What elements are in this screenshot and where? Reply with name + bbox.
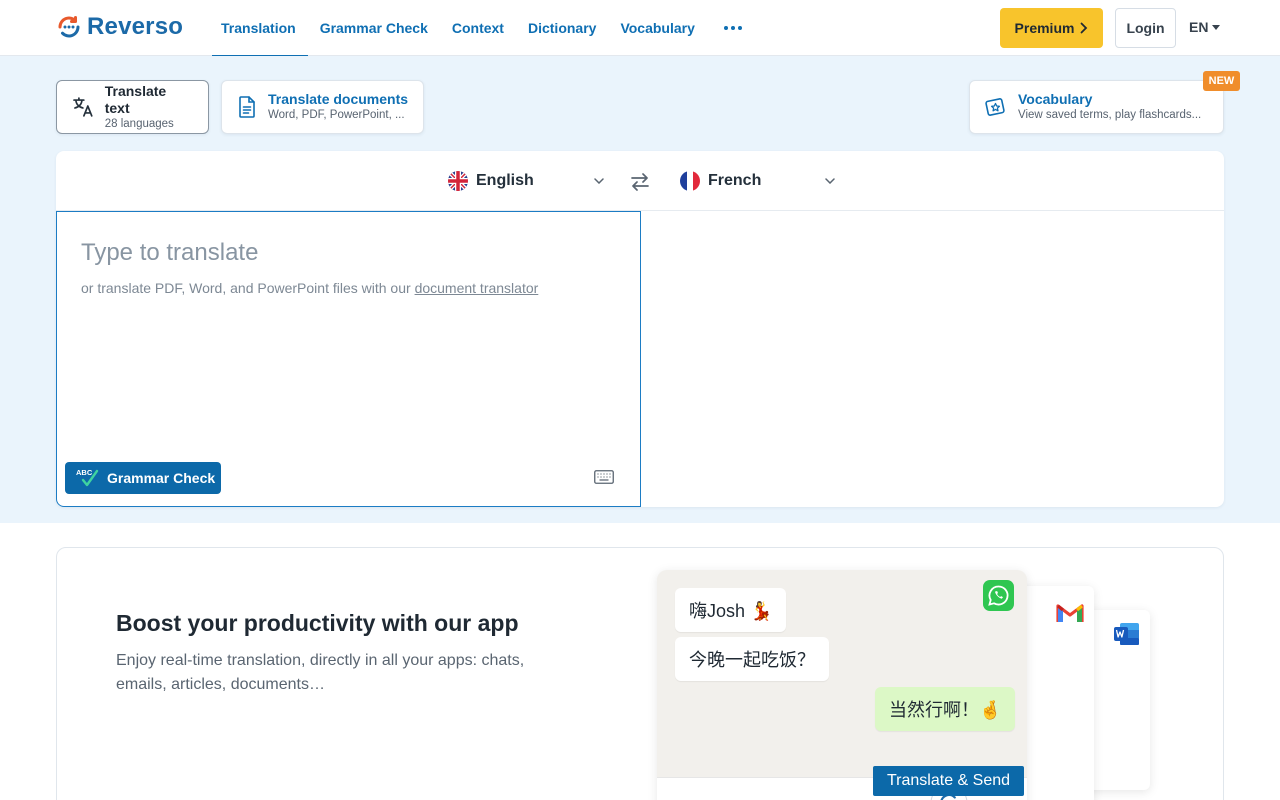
tab-translate-documents[interactable]: Translate documents Word, PDF, PowerPoin… [221,80,424,134]
nav-item-translation[interactable]: Translation [209,0,308,57]
more-menu-button[interactable] [707,0,759,56]
tab-vocabulary-subtitle: View saved terms, play flashcards... [1018,109,1202,121]
chevron-right-icon [1081,22,1088,34]
logo-wordmark: Reverso [87,13,184,40]
translate-icon [73,97,93,117]
promo-title: Boost your productivity with our app [116,610,519,636]
source-language-selector[interactable]: English [448,171,604,191]
france-flag-icon [680,171,700,191]
premium-button[interactable]: Premium [1000,8,1103,48]
target-language-selector[interactable]: French [680,171,835,191]
document-translator-hint: or translate PDF, Word, and PowerPoint f… [81,280,538,296]
new-badge: NEW [1203,71,1240,91]
document-icon [239,96,255,118]
grammar-check-button[interactable]: ABC Grammar Check [65,462,221,494]
app-promo-card: Boost your productivity with our app Enj… [56,547,1224,800]
target-language-name: French [708,172,762,189]
chat-message: 今晚一起吃饭？ [675,637,829,681]
main-nav: Translation Grammar Check Context Dictio… [209,0,759,57]
target-text-output [641,211,1224,507]
document-translator-link[interactable]: document translator [415,280,539,296]
chat-app-mockup: 嗨Josh 💃 今晚一起吃饭？ 当然行啊！🤞 Translate & Send [657,570,1027,800]
promo-description: Enjoy real-time translation, directly in… [116,652,525,693]
tab-translate-documents-subtitle: Word, PDF, PowerPoint, ... [268,109,405,121]
top-navigation-bar: Reverso Translation Grammar Check Contex… [0,0,1280,57]
tab-translate-documents-title: Translate documents [268,91,409,107]
reverso-logo[interactable]: Reverso [55,13,183,41]
ui-language-label: EN [1189,19,1209,35]
nav-item-dictionary[interactable]: Dictionary [516,0,608,56]
reverso-logo-icon [58,16,80,38]
tab-translate-text-subtitle: 28 languages [104,117,174,130]
svg-text:ABC: ABC [76,468,93,477]
chat-message: 嗨Josh 💃 [675,588,787,632]
language-bar: English French [56,151,1224,211]
translate-and-send-button[interactable]: Translate & Send [873,766,1024,796]
grammar-check-label: Grammar Check [107,470,216,486]
tab-translate-text[interactable]: Translate text 28 languages [56,80,209,134]
translator-panel: English French Type to translate or tran… [56,151,1224,507]
swap-languages-icon[interactable] [629,171,651,193]
nav-item-grammar-check[interactable]: Grammar Check [308,0,440,56]
source-placeholder: Type to translate [81,239,259,266]
ui-language-selector[interactable]: EN [1189,19,1221,35]
premium-button-label: Premium [1014,20,1075,36]
more-horizontal-icon [723,26,742,30]
hint-text: or translate PDF, Word, and PowerPoint f… [81,280,415,296]
source-language-name: English [476,172,534,189]
flashcard-star-icon [985,98,1005,116]
tab-translate-text-title: Translate text [104,82,167,116]
microsoft-word-icon [1114,623,1139,645]
abc-check-icon: ABC [76,468,99,487]
chevron-down-icon [594,178,604,184]
chevron-down-icon [825,178,835,184]
caret-down-icon [1212,24,1221,30]
tab-vocabulary-title: Vocabulary [1018,91,1093,107]
nav-item-context[interactable]: Context [440,0,516,56]
whatsapp-icon [983,580,1014,616]
chat-message-sent: 当然行啊！🤞 [875,687,1016,731]
uk-flag-icon [448,171,468,191]
nav-item-vocabulary[interactable]: Vocabulary [608,0,706,56]
source-text-input[interactable]: Type to translate or translate PDF, Word… [56,211,641,507]
gmail-icon [1056,604,1084,622]
keyboard-icon[interactable] [594,470,614,484]
tab-vocabulary[interactable]: Vocabulary View saved terms, play flashc… [969,80,1224,134]
login-button[interactable]: Login [1115,8,1176,48]
